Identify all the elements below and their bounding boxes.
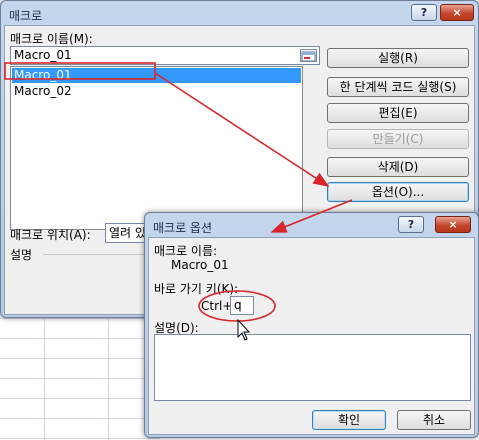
macro-location-value: 열려 있 — [109, 226, 146, 240]
shortcut-key-label: 바로 가기 키(K): — [154, 282, 239, 296]
step-into-button[interactable]: 한 단계씩 코드 실행(S) — [327, 77, 469, 97]
create-button[interactable]: 만들기(C) — [327, 129, 469, 149]
macro-options-title: 매크로 옵션 — [153, 221, 213, 235]
edit-button[interactable]: 편집(E) — [327, 103, 469, 123]
description-label: 설명 — [10, 248, 33, 262]
help-icon: ? — [420, 6, 428, 19]
help-button[interactable]: ? — [411, 4, 437, 21]
macro-dialog-title: 매크로 — [9, 9, 43, 23]
shortcut-key-field[interactable]: q — [230, 296, 254, 315]
cancel-button[interactable]: 취소 — [397, 410, 471, 430]
collapse-dialog-icon[interactable] — [300, 49, 317, 62]
delete-button[interactable]: 삭제(D) — [327, 157, 469, 177]
options-macro-name-value: Macro_01 — [171, 258, 229, 272]
help-icon: ? — [407, 218, 415, 231]
shortcut-key-value: q — [234, 298, 242, 312]
shortcut-prefix: Ctrl+ — [201, 299, 233, 313]
ok-button[interactable]: 확인 — [312, 410, 386, 430]
macro-options-body: 매크로 이름: Macro_01 바로 가기 키(K): Ctrl+ q 설명(… — [148, 237, 475, 435]
macro-location-label: 매크로 위치(A): — [10, 228, 91, 242]
options-help-button[interactable]: ? — [398, 216, 424, 233]
run-button[interactable]: 실행(R) — [327, 48, 469, 68]
macro-name-label: 매크로 이름(M): — [10, 32, 93, 46]
macro-options-dialog: 매크로 옵션 ? × 매크로 이름: Macro_01 바로 가기 키(K): … — [144, 212, 479, 438]
close-icon: × — [452, 6, 462, 19]
macro-name-field[interactable]: Macro_01 — [10, 46, 320, 65]
description-divider — [43, 254, 147, 255]
spreadsheet-grid — [0, 318, 160, 440]
list-item-macro-02[interactable]: Macro_02 — [14, 84, 72, 99]
close-button[interactable]: × — [440, 4, 474, 21]
macro-list[interactable]: Macro_01 Macro_02 — [10, 66, 303, 230]
macro-name-value: Macro_01 — [14, 48, 72, 62]
list-item-macro-01[interactable]: Macro_01 — [14, 68, 72, 83]
close-icon: × — [448, 218, 458, 231]
options-button[interactable]: 옵션(O)... — [327, 182, 469, 202]
options-macro-name-label: 매크로 이름: — [154, 244, 218, 258]
options-close-button[interactable]: × — [435, 216, 471, 233]
options-description-field[interactable] — [154, 334, 471, 401]
